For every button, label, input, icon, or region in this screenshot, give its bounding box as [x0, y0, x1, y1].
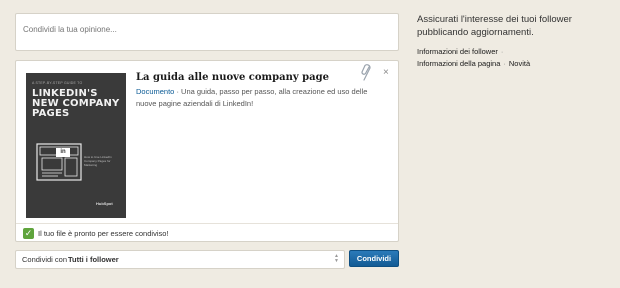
select-arrows-icon: ▲ ▼ [334, 253, 339, 264]
share-opinion-input[interactable] [23, 25, 391, 34]
file-ready-status: ✓ Il tuo file è pronto per essere condiv… [16, 223, 398, 242]
document-type: Documento [136, 87, 175, 96]
thumbnail-top-text: A STEP-BY-STEP GUIDE TO [32, 81, 83, 85]
file-ready-text: Il tuo file è pronto per essere condivis… [38, 228, 169, 238]
document-description-block: Documento · Una guida, passo per passo, … [136, 86, 376, 110]
thumbnail-subtitle: How to Use LinkedIn Company Pages for Ma… [84, 155, 112, 167]
share-button[interactable]: Condividi [349, 250, 399, 267]
link-separator: · [503, 59, 506, 68]
linkedin-logo-icon: in [56, 148, 70, 157]
sidebar-title: Assicurati l'interesse dei tuoi follower… [417, 14, 572, 38]
document-title[interactable]: La guida alle nuove company page [136, 72, 329, 83]
attachment-card: A STEP-BY-STEP GUIDE TO LINKEDIN'S NEW C… [15, 60, 399, 242]
link-separator: · [500, 47, 504, 56]
thumbnail-title: LINKEDIN'S NEW COMPANY PAGES [32, 88, 120, 119]
sidebar: Assicurati l'interesse dei tuoi follower… [417, 13, 607, 70]
share-composer[interactable] [15, 13, 399, 51]
sidebar-link-news[interactable]: Novità [509, 59, 530, 68]
share-audience-select[interactable]: Condividi con Tutti i follower ▲ ▼ [15, 250, 345, 269]
share-with-label: Condividi con [22, 255, 68, 264]
paperclip-icon [361, 64, 371, 81]
sidebar-link-page-insights[interactable]: Informazioni della pagina [417, 59, 500, 68]
sidebar-link-followers-insights[interactable]: Informazioni dei follower [417, 47, 498, 56]
check-icon: ✓ [23, 227, 34, 239]
close-icon[interactable]: × [383, 68, 389, 78]
hubspot-logo: HubSpot [96, 201, 113, 206]
document-thumbnail: A STEP-BY-STEP GUIDE TO LINKEDIN'S NEW C… [26, 73, 126, 218]
sidebar-links: Informazioni dei follower · Informazioni … [417, 46, 607, 70]
share-audience-value: Tutti i follower [68, 255, 119, 264]
